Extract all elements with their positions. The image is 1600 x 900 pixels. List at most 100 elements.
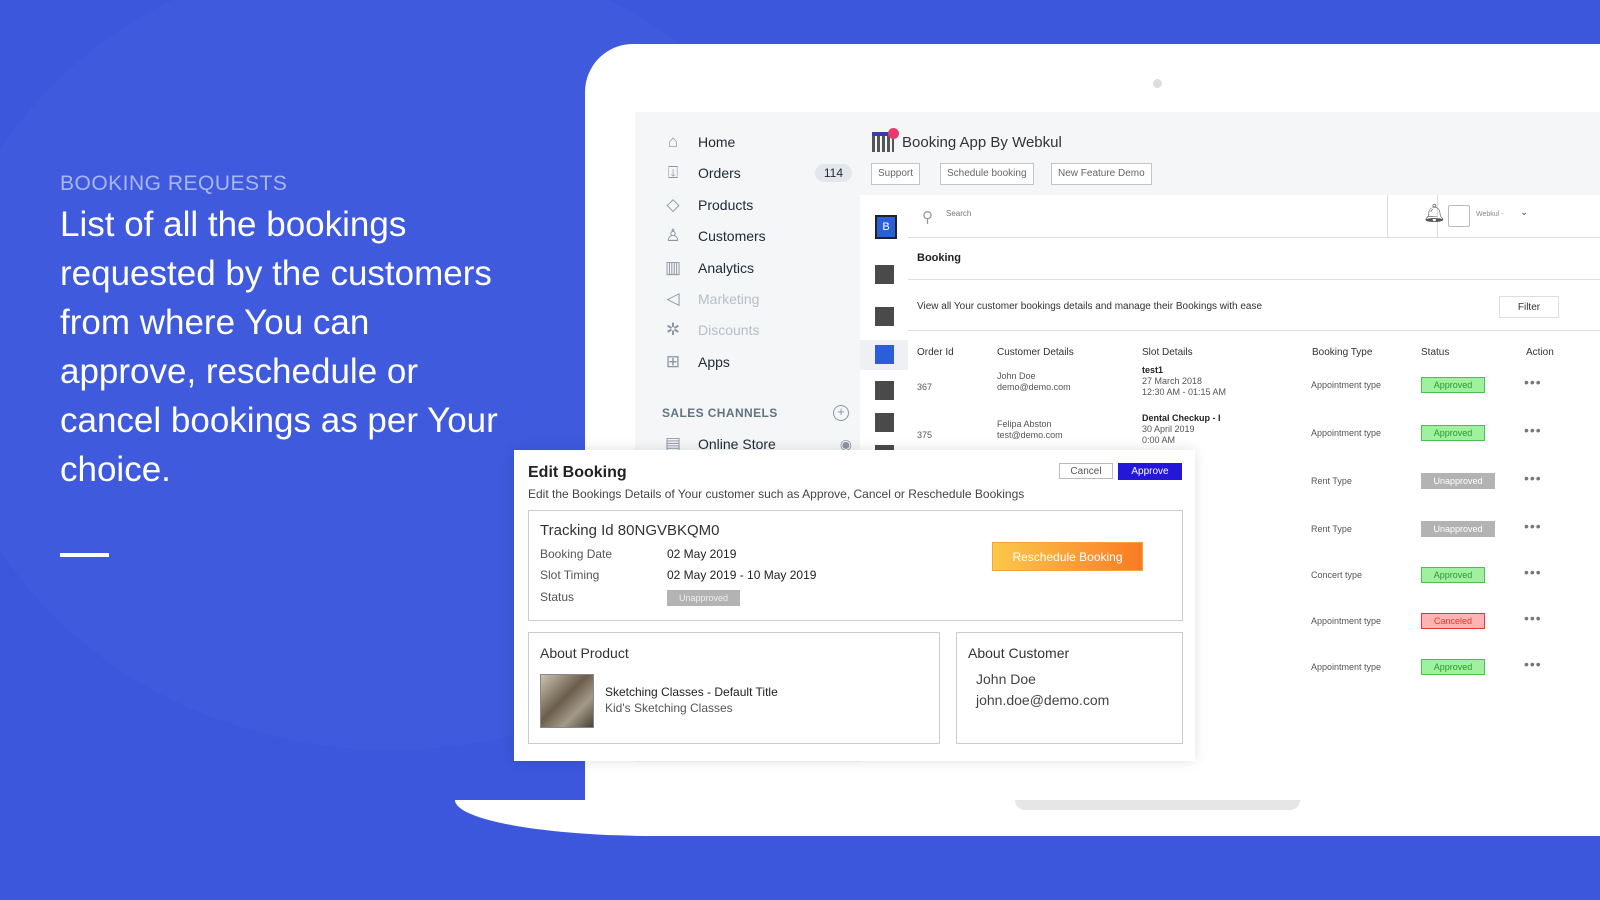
sidebar-item-label: Marketing bbox=[698, 291, 760, 307]
sidebar-item-analytics[interactable]: ▥ Analytics bbox=[662, 257, 852, 279]
slot-time: 0:00 AM bbox=[1142, 435, 1176, 445]
col-status: Status bbox=[1421, 347, 1450, 358]
slot-name: test1 bbox=[1142, 365, 1164, 375]
add-channel-icon[interactable]: + bbox=[833, 405, 849, 421]
more-actions-icon[interactable]: ••• bbox=[1524, 374, 1542, 390]
sidebar-item-label: Analytics bbox=[698, 259, 755, 276]
laptop-notch bbox=[1015, 800, 1300, 810]
customer-name: Felipa Abston bbox=[997, 419, 1052, 429]
slot-date: 27 March 2018 bbox=[1142, 376, 1203, 386]
order-id: 375 bbox=[917, 430, 933, 440]
customer-email: demo@demo.com bbox=[997, 382, 1071, 392]
filter-button[interactable]: Filter bbox=[1499, 296, 1559, 318]
product-thumbnail bbox=[540, 674, 594, 728]
sidebar-item-customers[interactable]: ♙ Customers bbox=[662, 225, 852, 247]
customer-email: test@demo.com bbox=[997, 430, 1063, 440]
booking-type: Appointment type bbox=[1311, 380, 1382, 390]
customer-details: John Doe demo@demo.com bbox=[997, 371, 1071, 393]
status-badge: Approved bbox=[1421, 377, 1485, 393]
status-badge: Approved bbox=[1421, 425, 1485, 441]
puzzle-icon[interactable] bbox=[875, 413, 894, 432]
col-action: Action bbox=[1526, 347, 1554, 358]
person-icon: ♙ bbox=[665, 226, 681, 246]
table-row[interactable]: 367 John Doe demo@demo.com test1 27 March … bbox=[908, 365, 1600, 415]
calendar-icon[interactable] bbox=[875, 307, 894, 326]
more-actions-icon[interactable]: ••• bbox=[1524, 656, 1542, 672]
product-variant: Kid's Sketching Classes bbox=[605, 701, 733, 715]
booking-date: 02 May 2019 bbox=[667, 547, 737, 561]
sidebar-item-products[interactable]: ◇ Products bbox=[662, 194, 852, 216]
apps-icon: ⊞ bbox=[665, 351, 681, 371]
about-product-panel: About Product Sketching Classes - Defaul… bbox=[528, 632, 940, 744]
chevron-down-icon[interactable]: ⌄ bbox=[1520, 207, 1528, 218]
search-input[interactable] bbox=[946, 209, 1246, 218]
booking-type: Rent Type bbox=[1311, 524, 1352, 534]
tracking-id: Tracking Id 80NGVBKQM0 bbox=[540, 522, 720, 539]
reschedule-booking-button[interactable]: Reschedule Booking bbox=[992, 542, 1143, 571]
tag-icon: ◇ bbox=[666, 194, 680, 214]
more-actions-icon[interactable]: ••• bbox=[1524, 470, 1542, 486]
tracking-panel: Tracking Id 80NGVBKQM0 Booking Date 02 M… bbox=[528, 510, 1183, 621]
headline: List of all the bookings requested by th… bbox=[60, 205, 498, 489]
account-avatar[interactable] bbox=[1448, 205, 1470, 227]
search-icon: ⚲ bbox=[922, 209, 933, 226]
more-actions-icon[interactable]: ••• bbox=[1524, 518, 1542, 534]
booking-type: Appointment type bbox=[1311, 428, 1382, 438]
about-product-heading: About Product bbox=[540, 645, 629, 661]
col-booking-type: Booking Type bbox=[1312, 347, 1373, 358]
edit-booking-modal: Edit Booking Edit the Bookings Details o… bbox=[514, 450, 1195, 761]
booking-type: Rent Type bbox=[1311, 476, 1352, 486]
sidebar-item-orders[interactable]: ⍗ Orders 114 bbox=[662, 162, 852, 184]
sidebar-item-marketing[interactable]: ◁ Marketing bbox=[662, 288, 852, 310]
about-customer-panel: About Customer John Doe john.doe@demo.co… bbox=[956, 632, 1183, 744]
section-eyebrow: BOOKING REQUESTS bbox=[60, 172, 288, 195]
sidebar-item-label: Apps bbox=[698, 353, 730, 370]
approve-button[interactable]: Approve bbox=[1118, 463, 1182, 480]
new-feature-demo-button[interactable]: New Feature Demo bbox=[1051, 163, 1152, 185]
divider bbox=[908, 237, 1600, 238]
more-actions-icon[interactable]: ••• bbox=[1524, 610, 1542, 626]
order-id: 367 bbox=[917, 382, 933, 392]
booking-app-logo bbox=[872, 128, 899, 152]
discount-icon: ✲ bbox=[665, 320, 681, 340]
grid-icon[interactable] bbox=[875, 381, 894, 400]
sales-channels-heading: SALES CHANNELS bbox=[662, 406, 778, 420]
sidebar-item-label: Discounts bbox=[698, 322, 760, 339]
booking-type: Appointment type bbox=[1311, 662, 1382, 672]
booking-date-label: Booking Date bbox=[540, 547, 613, 561]
col-slot: Slot Details bbox=[1142, 347, 1193, 358]
slot-details: test1 27 March 2018 12:30 AM - 01:15 AM bbox=[1142, 365, 1226, 398]
status-badge: Approved bbox=[1421, 659, 1485, 675]
bookings-list-icon[interactable] bbox=[875, 345, 894, 364]
dashboard-icon[interactable] bbox=[875, 265, 894, 284]
booking-logo-icon[interactable]: B bbox=[875, 215, 897, 239]
app-title: Booking App By Webkul bbox=[902, 134, 1062, 151]
account-name[interactable]: Webkul - bbox=[1476, 211, 1504, 218]
divider bbox=[908, 279, 1600, 280]
slot-time: 12:30 AM - 01:15 AM bbox=[1142, 387, 1227, 397]
col-customer: Customer Details bbox=[997, 347, 1074, 358]
support-button[interactable]: Support bbox=[871, 163, 921, 185]
cancel-button[interactable]: Cancel bbox=[1059, 463, 1113, 479]
divider bbox=[1387, 195, 1388, 237]
status-label: Status bbox=[540, 590, 575, 604]
modal-subtitle: Edit the Bookings Details of Your custom… bbox=[528, 487, 1025, 501]
notification-bell-icon[interactable]: 🔔︎ bbox=[1423, 203, 1446, 224]
slot-timing: 02 May 2019 - 10 May 2019 bbox=[667, 568, 817, 582]
sidebar-item-apps[interactable]: ⊞ Apps bbox=[662, 351, 852, 373]
product-name[interactable]: Sketching Classes - Default Title bbox=[605, 685, 778, 699]
sidebar-item-discounts[interactable]: ✲ Discounts bbox=[662, 319, 852, 341]
about-customer-heading: About Customer bbox=[968, 645, 1070, 661]
orders-icon: ⍗ bbox=[667, 163, 679, 183]
more-actions-icon[interactable]: ••• bbox=[1524, 564, 1542, 580]
sidebar-item-label: Products bbox=[698, 196, 754, 213]
slot-details: Dental Checkup - I 30 April 2019 0:00 AM bbox=[1142, 413, 1221, 446]
col-order-id: Order Id bbox=[917, 347, 954, 358]
sidebar-item-home[interactable]: ⌂ Home bbox=[662, 131, 852, 153]
orders-count-badge: 114 bbox=[814, 164, 852, 183]
schedule-booking-button[interactable]: Schedule booking bbox=[940, 163, 1034, 185]
page-description: View all Your customer bookings details … bbox=[917, 301, 1263, 312]
customer-name: John Doe bbox=[976, 671, 1036, 687]
booking-type: Appointment type bbox=[1311, 616, 1382, 626]
more-actions-icon[interactable]: ••• bbox=[1524, 422, 1542, 438]
